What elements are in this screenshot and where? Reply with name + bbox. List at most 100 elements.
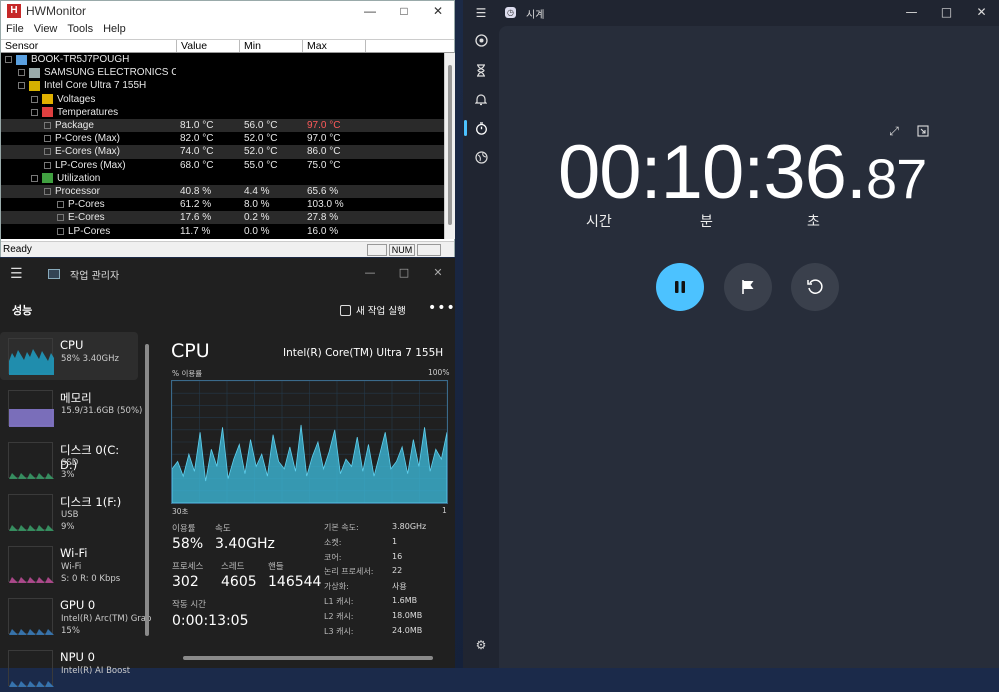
settings-gear-icon[interactable]: ⚙ <box>473 637 489 653</box>
tree-expander-icon[interactable] <box>31 96 38 103</box>
sensor-max: 75.0 °C <box>303 160 366 171</box>
sensor-min: 52.0 °C <box>240 133 303 144</box>
world-clock-icon[interactable] <box>473 149 489 165</box>
stopwatch-icon[interactable] <box>473 120 489 136</box>
sensor-row[interactable]: BOOK-TR5J7POUGH <box>1 53 444 66</box>
col-max[interactable]: Max <box>303 40 366 52</box>
sensor-min: 8.0 % <box>240 199 303 210</box>
sensor-row[interactable]: Temperatures <box>1 106 444 119</box>
sensor-row[interactable]: LP-Cores (Max)68.0 °C55.0 °C75.0 °C <box>1 159 444 172</box>
task-manager-titlebar[interactable]: ☰ 작업 관리자 — □ ✕ <box>0 258 455 290</box>
motherboard-icon <box>29 68 40 78</box>
sidebar-s1: Intel(R) Arc(TM) Grap <box>61 614 151 624</box>
tree-expander-icon[interactable] <box>44 162 51 169</box>
sensor-row[interactable]: Utilization <box>1 172 444 185</box>
hamburger-menu-icon[interactable]: ☰ <box>473 5 489 21</box>
scrollbar-thumb[interactable] <box>448 65 452 225</box>
task-manager-window-controls: — □ ✕ <box>353 262 455 282</box>
tree-expander-icon[interactable] <box>18 82 25 89</box>
tree-expander-icon[interactable] <box>5 56 12 63</box>
menu-tools[interactable]: Tools <box>67 23 93 35</box>
timer-hourglass-icon[interactable] <box>473 62 489 78</box>
sidebar-item-5[interactable]: GPU 0Intel(R) Arc(TM) Grap15% <box>0 592 138 640</box>
sensor-row[interactable]: LP-Cores11.7 %0.0 %16.0 % <box>1 224 444 237</box>
col-min[interactable]: Min <box>240 40 303 52</box>
sensor-row[interactable]: P-Cores61.2 %8.0 %103.0 % <box>1 198 444 211</box>
menu-file[interactable]: File <box>6 23 24 35</box>
flag-icon <box>740 279 756 295</box>
menu-view[interactable]: View <box>34 23 58 35</box>
sensor-tree[interactable]: BOOK-TR5J7POUGHSAMSUNG ELECTRONICS CO. .… <box>1 53 444 239</box>
sidebar-item-3[interactable]: 디스크 1(F:)USB9% <box>0 488 138 536</box>
close-icon[interactable]: ✕ <box>964 2 999 22</box>
spec-label: 코어: <box>324 552 341 563</box>
sensor-max: 97.0 °C <box>303 133 366 144</box>
task-manager-title: 작업 관리자 <box>70 267 119 282</box>
sensor-row[interactable]: E-Cores (Max)74.0 °C52.0 °C86.0 °C <box>1 145 444 158</box>
tree-expander-icon[interactable] <box>31 175 38 182</box>
sensor-tree-scrollbar[interactable] <box>444 53 455 239</box>
tree-expander-icon[interactable] <box>57 228 64 235</box>
sidebar-item-4[interactable]: Wi-FiWi-FiS: 0 R: 0 Kbps <box>0 540 138 588</box>
tree-expander-icon[interactable] <box>44 122 51 129</box>
alarm-bell-icon[interactable] <box>473 91 489 107</box>
sensor-name: LP-Cores (Max) <box>55 160 126 171</box>
sidebar-item-0[interactable]: CPU58% 3.40GHz <box>0 332 138 380</box>
spec-value: 18.0MB <box>392 611 422 620</box>
mini-graph <box>8 338 53 374</box>
sidebar-item-2[interactable]: 디스크 0(C: D:)SSD3% <box>0 436 138 484</box>
maximize-icon[interactable]: □ <box>387 262 421 282</box>
sensor-row[interactable]: Intel Core Ultra 7 155H <box>1 79 444 92</box>
tree-expander-icon[interactable] <box>57 214 64 221</box>
menu-help[interactable]: Help <box>103 23 126 35</box>
processes-value: 302 <box>172 574 199 590</box>
sensor-row[interactable]: Processor40.8 %4.4 %65.6 % <box>1 185 444 198</box>
maximize-icon[interactable]: □ <box>929 2 964 22</box>
more-options-icon[interactable]: ••• <box>428 300 456 316</box>
maximize-icon[interactable]: □ <box>387 1 421 21</box>
sidebar-item-1[interactable]: 메모리15.9/31.6GB (50%) <box>0 384 138 432</box>
close-icon[interactable]: ✕ <box>421 262 455 282</box>
sidebar-scrollbar[interactable] <box>145 344 149 636</box>
sidebar-s1: USB <box>61 510 78 520</box>
minimize-icon[interactable]: — <box>894 2 929 22</box>
focus-sessions-icon[interactable] <box>473 32 489 48</box>
tree-expander-icon[interactable] <box>44 135 51 142</box>
sensor-row[interactable]: P-Cores (Max)82.0 °C52.0 °C97.0 °C <box>1 132 444 145</box>
sidebar-name: CPU <box>60 338 83 352</box>
sensor-name: BOOK-TR5J7POUGH <box>31 54 129 65</box>
spec-value: 22 <box>392 566 402 575</box>
minutes-unit-label: 분 <box>700 211 713 231</box>
close-icon[interactable]: ✕ <box>421 1 455 21</box>
sensor-row[interactable]: P... <box>1 238 444 239</box>
uptime-label: 작동 시간 <box>172 598 206 610</box>
cpu-detail-panel: CPU Intel(R) Core(TM) Ultra 7 155H % 이용률… <box>158 332 455 668</box>
sidebar-item-6[interactable]: NPU 0Intel(R) AI Boost <box>0 644 138 692</box>
sensor-max: 103.0 % <box>303 199 366 210</box>
new-task-button[interactable]: 새 작업 실행 <box>340 303 406 317</box>
sensor-name: P-Cores <box>68 199 105 210</box>
horizontal-scrollbar[interactable] <box>183 656 433 660</box>
tree-expander-icon[interactable] <box>18 69 25 76</box>
tree-expander-icon[interactable] <box>44 148 51 155</box>
minimize-icon[interactable]: — <box>353 1 387 21</box>
reset-icon <box>806 278 824 296</box>
pause-button[interactable] <box>656 263 704 311</box>
hamburger-menu-icon[interactable]: ☰ <box>10 266 36 282</box>
sensor-row[interactable]: SAMSUNG ELECTRONICS CO. ... <box>1 66 444 79</box>
sensor-value: 74.0 °C <box>176 146 240 157</box>
sensor-max: 65.6 % <box>303 186 366 197</box>
sensor-row[interactable]: Voltages <box>1 93 444 106</box>
tree-expander-icon[interactable] <box>31 109 38 116</box>
col-value[interactable]: Value <box>177 40 240 52</box>
sidebar-name: GPU 0 <box>60 598 95 612</box>
sensor-row[interactable]: E-Cores17.6 %0.2 %27.8 % <box>1 211 444 224</box>
lap-button[interactable] <box>724 263 772 311</box>
num-lock-indicator: NUM <box>389 244 415 256</box>
reset-button[interactable] <box>791 263 839 311</box>
tree-expander-icon[interactable] <box>44 188 51 195</box>
tree-expander-icon[interactable] <box>57 201 64 208</box>
sensor-row[interactable]: Package81.0 °C56.0 °C97.0 °C <box>1 119 444 132</box>
minimize-icon[interactable]: — <box>353 262 387 282</box>
col-sensor[interactable]: Sensor <box>1 40 177 52</box>
